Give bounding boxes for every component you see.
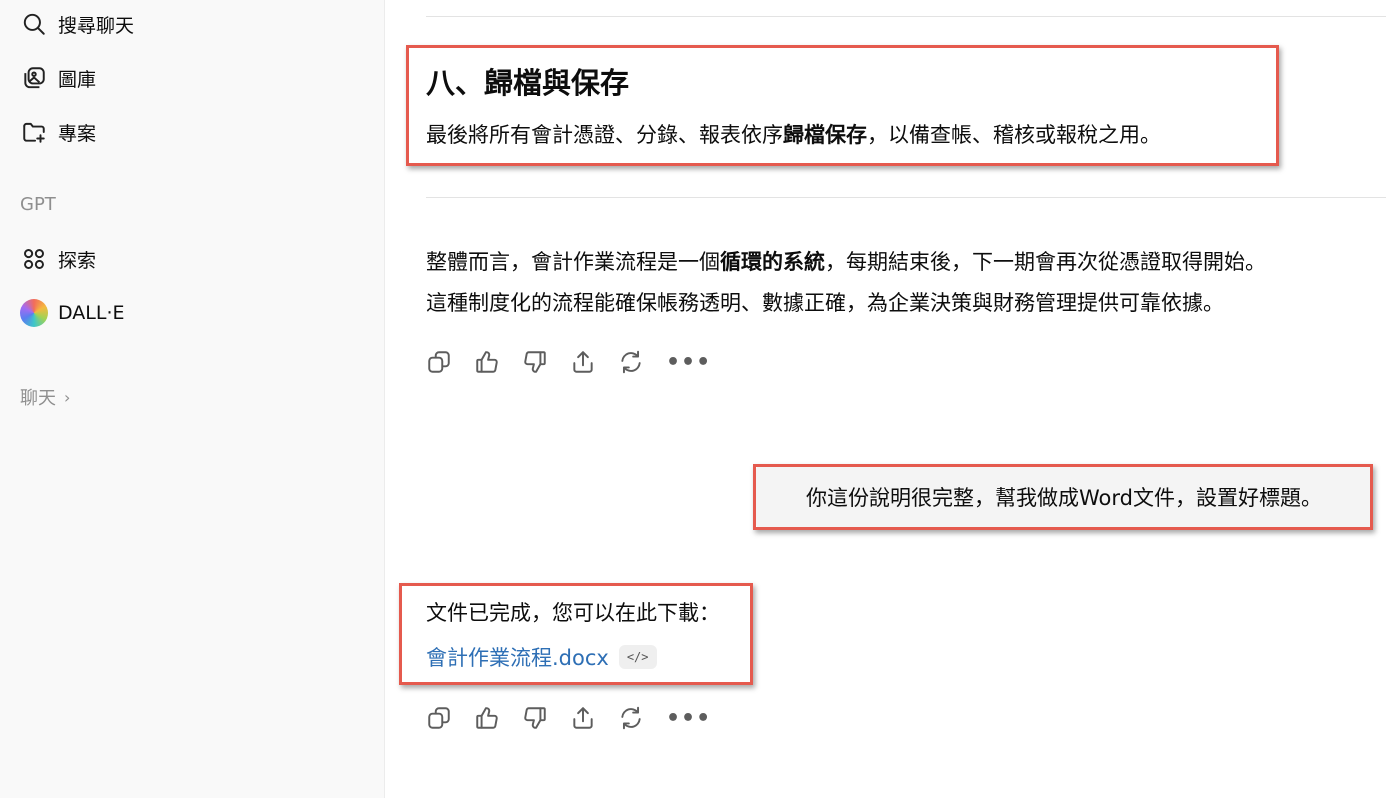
sidebar-item-explore[interactable]: 探索: [20, 243, 96, 275]
section-body: 最後將所有會計憑證、分錄、報表依序歸檔保存，以備查帳、稽核或報稅之用。: [426, 115, 1161, 155]
sidebar-item-label: 專案: [58, 122, 97, 145]
file-download-link[interactable]: 會計作業流程.docx </>: [426, 642, 657, 672]
reply-text: 文件已完成，您可以在此下載：: [426, 601, 720, 625]
code-icon: </>: [618, 645, 657, 669]
divider: [426, 197, 1386, 198]
grid-circles-icon: [20, 245, 48, 273]
regenerate-icon: [621, 350, 641, 374]
share-icon: [573, 351, 593, 373]
sidebar-item-label: DALL·E: [58, 302, 125, 324]
chats-section-label: 聊天: [20, 388, 56, 409]
summary-line-1: 整體而言，會計作業流程是一個循環的系統，每期結束後，下一期會再次從憑證取得開始。: [426, 242, 1266, 282]
summary-text: ，每期結束後，下一期會再次從憑證取得開始。: [825, 250, 1266, 274]
sidebar-item-library[interactable]: 圖庫: [20, 62, 96, 94]
thumbs-up-icon: [476, 707, 498, 729]
thumbs-down-icon: [524, 351, 546, 373]
share-icon: [573, 707, 593, 729]
copy-button[interactable]: [426, 345, 474, 379]
thumbs-up-button[interactable]: [474, 345, 522, 379]
dalle-orb-icon: [20, 299, 48, 327]
copy-icon: [428, 351, 450, 373]
message-actions: •••: [426, 345, 714, 379]
sidebar-item-label: 搜尋聊天: [58, 14, 135, 37]
folder-plus-icon: [20, 118, 48, 146]
share-button[interactable]: [570, 701, 618, 735]
section-body-text: ，以備查帳、稽核或報稅之用。: [867, 123, 1161, 147]
thumbs-down-icon: [524, 707, 546, 729]
more-icon: •••: [666, 349, 712, 375]
sidebar: 搜尋聊天 圖庫 專案 GPT 探索 DALL·E 聊天 ›: [0, 0, 385, 798]
thumbs-down-button[interactable]: [522, 345, 570, 379]
more-button[interactable]: •••: [666, 345, 714, 379]
regenerate-button[interactable]: [618, 701, 666, 735]
summary-bold: 循環的系統: [720, 250, 825, 274]
sidebar-item-label: 探索: [58, 249, 97, 272]
conversation-pane: 八、歸檔與保存 最後將所有會計憑證、分錄、報表依序歸檔保存，以備查帳、稽核或報稅…: [386, 0, 1400, 798]
summary-text: 整體而言，會計作業流程是一個: [426, 250, 720, 274]
sidebar-item-projects[interactable]: 專案: [20, 116, 96, 148]
chats-section-toggle[interactable]: 聊天 ›: [20, 384, 70, 410]
file-link-label: 會計作業流程.docx: [426, 646, 609, 670]
regenerate-button[interactable]: [618, 345, 666, 379]
sidebar-item-search[interactable]: 搜尋聊天: [20, 8, 134, 40]
image-library-icon: [20, 64, 48, 92]
sidebar-item-dalle[interactable]: DALL·E: [20, 297, 125, 329]
thumbs-up-icon: [476, 351, 498, 373]
regenerate-icon: [621, 706, 641, 730]
share-button[interactable]: [570, 345, 618, 379]
thumbs-down-button[interactable]: [522, 701, 570, 735]
chevron-right-icon: ›: [64, 387, 71, 407]
thumbs-up-button[interactable]: [474, 701, 522, 735]
section-body-text: 最後將所有會計憑證、分錄、報表依序: [426, 123, 783, 147]
gpt-section-label: GPT: [20, 194, 56, 215]
copy-icon: [428, 707, 450, 729]
sidebar-item-label: 圖庫: [58, 68, 97, 91]
section-heading: 八、歸檔與保存: [426, 66, 630, 100]
more-button[interactable]: •••: [666, 701, 714, 735]
section-body-bold: 歸檔保存: [783, 123, 867, 147]
more-icon: •••: [666, 705, 712, 731]
divider: [426, 16, 1386, 17]
search-icon: [20, 10, 48, 38]
summary-line-2: 這種制度化的流程能確保帳務透明、數據正確，為企業決策與財務管理提供可靠依據。: [426, 291, 1224, 315]
message-actions: •••: [426, 701, 714, 735]
copy-button[interactable]: [426, 701, 474, 735]
highlight-box: [753, 464, 1373, 530]
